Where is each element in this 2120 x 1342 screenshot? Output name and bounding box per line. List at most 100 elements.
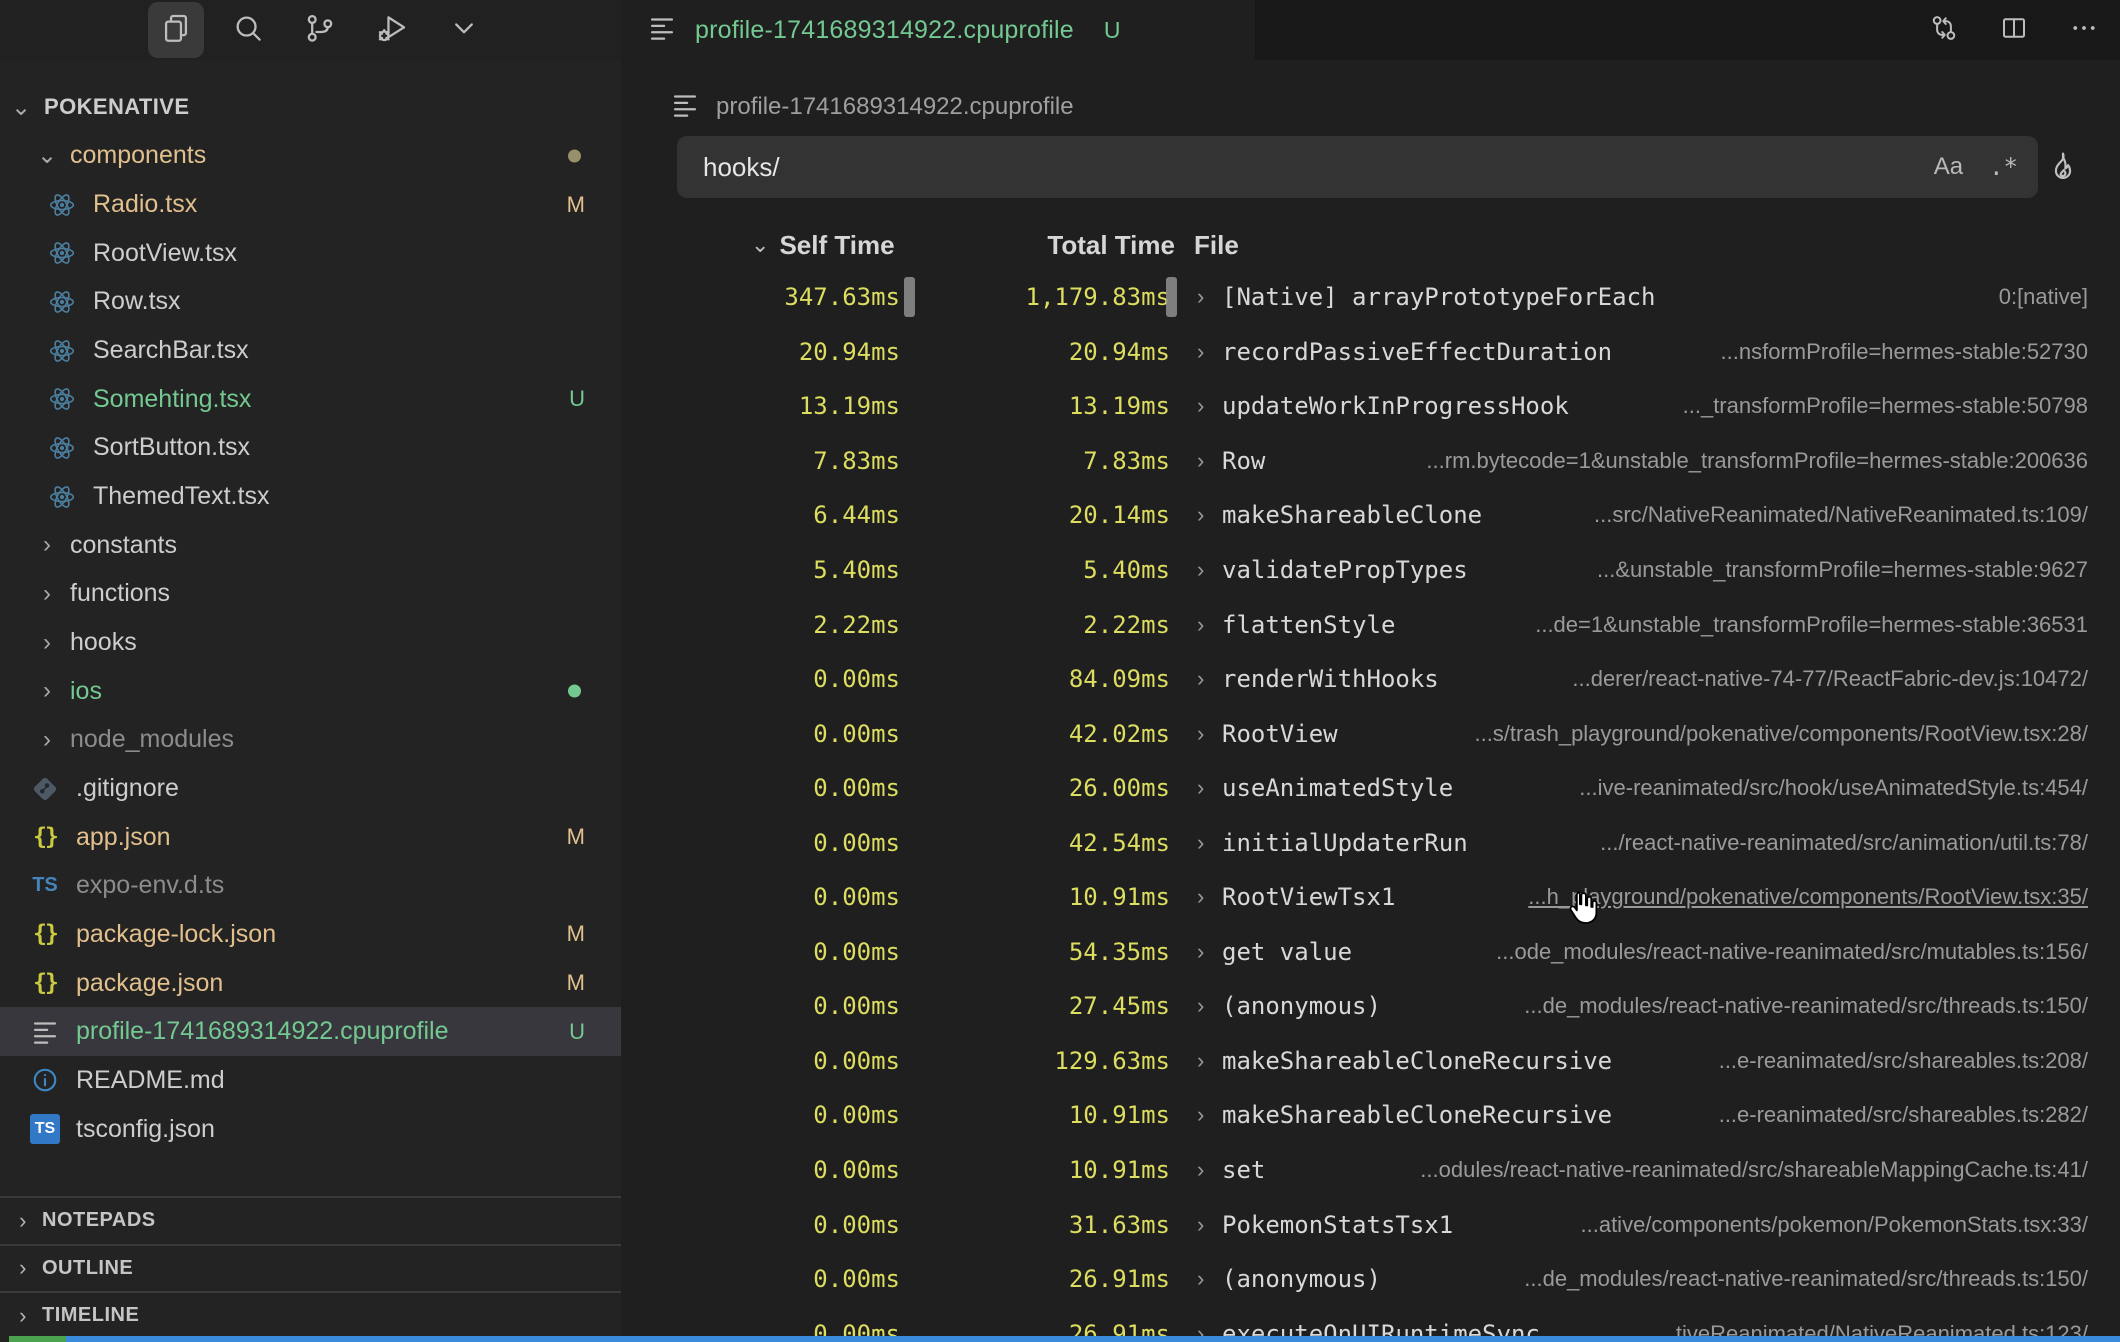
file-location-link[interactable]: ...ive-reanimated/src/hook/useAnimatedSt… bbox=[1579, 761, 2088, 816]
tree-item-functions[interactable]: ›functions bbox=[0, 570, 621, 619]
profile-row-rootview[interactable]: 0.00ms42.02ms›RootView...s/trash_playgro… bbox=[621, 706, 2120, 761]
profile-row-renderwithhooks[interactable]: 0.00ms84.09ms›renderWithHooks...derer/re… bbox=[621, 652, 2120, 707]
tree-item--gitignore[interactable]: .gitignore bbox=[0, 764, 621, 813]
file-location-link[interactable]: ...ative/components/pokemon/PokemonStats… bbox=[1581, 1197, 2089, 1252]
expand-chevron-icon[interactable]: › bbox=[1197, 1252, 1204, 1307]
file-location-link[interactable]: ...de_modules/react-native-reanimated/sr… bbox=[1524, 979, 2088, 1034]
expand-chevron-icon[interactable]: › bbox=[1197, 488, 1204, 543]
profile-row-makeshareableclone[interactable]: 6.44ms20.14ms›makeShareableClone...src/N… bbox=[621, 488, 2120, 543]
tree-item-sortbutton-tsx[interactable]: SortButton.tsx bbox=[0, 424, 621, 473]
tree-item-components[interactable]: ⌄components bbox=[0, 132, 621, 181]
profile-row-row[interactable]: 7.83ms7.83ms›Row...rm.bytecode=1&unstabl… bbox=[621, 434, 2120, 489]
profile-row-makeshareableclonerecursive[interactable]: 0.00ms129.63ms›makeShareableCloneRecursi… bbox=[621, 1034, 2120, 1089]
tree-item-node-modules[interactable]: ›node_modules bbox=[0, 716, 621, 765]
tree-item-themedtext-tsx[interactable]: ThemedText.tsx bbox=[0, 472, 621, 521]
expand-chevron-icon[interactable]: › bbox=[1197, 434, 1204, 489]
tree-item-radio-tsx[interactable]: Radio.tsxM bbox=[0, 180, 621, 229]
tree-item-app-json[interactable]: {}app.jsonM bbox=[0, 813, 621, 862]
file-location-link[interactable]: ...h_playground/pokenative/components/Ro… bbox=[1528, 870, 2088, 925]
expand-chevron-icon[interactable]: › bbox=[1197, 706, 1204, 761]
filter-input[interactable]: hooks/ Aa .* bbox=[677, 136, 2038, 198]
tree-item-hooks[interactable]: ›hooks bbox=[0, 618, 621, 667]
project-root-pokenative[interactable]: ⌄POKENATIVE bbox=[0, 83, 621, 132]
expand-chevron-icon[interactable]: › bbox=[1197, 1197, 1204, 1252]
file-location-link[interactable]: ...odules/react-native-reanimated/src/sh… bbox=[1420, 1143, 2088, 1198]
expand-chevron-icon[interactable]: › bbox=[1197, 979, 1204, 1034]
profile-row-useanimatedstyle[interactable]: 0.00ms26.00ms›useAnimatedStyle...ive-rea… bbox=[621, 761, 2120, 816]
expand-chevron-icon[interactable]: › bbox=[1197, 815, 1204, 870]
column-header-self-time[interactable]: ⌄ Self Time bbox=[751, 220, 917, 270]
profile-row-rootviewtsx1[interactable]: 0.00ms10.91ms›RootViewTsx1...h_playgroun… bbox=[621, 870, 2120, 925]
tree-item-package-lock-json[interactable]: {}package-lock.jsonM bbox=[0, 910, 621, 959]
tree-item-profile-1741689314922-cpuprofile[interactable]: profile-1741689314922.cpuprofileU bbox=[0, 1007, 621, 1056]
profile-row--native-arrayprototypeforeach[interactable]: 347.63ms1,179.83ms›[Native] arrayPrototy… bbox=[621, 270, 2120, 325]
file-location-link[interactable]: ...e-reanimated/src/shareables.ts:208/ bbox=[1719, 1034, 2088, 1089]
profile-row-flattenstyle[interactable]: 2.22ms2.22ms›flattenStyle...de=1&unstabl… bbox=[621, 597, 2120, 652]
tree-item-row-tsx[interactable]: Row.tsx bbox=[0, 278, 621, 327]
file-location-link[interactable]: ...de=1&unstable_transformProfile=hermes… bbox=[1535, 597, 2088, 652]
tree-item-somehting-tsx[interactable]: Somehting.tsxU bbox=[0, 375, 621, 424]
profile-row-pokemonstatstsx1[interactable]: 0.00ms31.63ms›PokemonStatsTsx1...ative/c… bbox=[621, 1197, 2120, 1252]
match-case-toggle[interactable]: Aa bbox=[1934, 153, 1963, 181]
expand-chevron-icon[interactable]: › bbox=[1197, 925, 1204, 980]
expand-chevron-icon[interactable]: › bbox=[1197, 379, 1204, 434]
profile-row-recordpassiveeffectduration[interactable]: 20.94ms20.94ms›recordPassiveEffectDurati… bbox=[621, 325, 2120, 380]
panel-header-notepads[interactable]: ›NOTEPADS bbox=[0, 1196, 621, 1244]
expand-chevron-icon[interactable]: › bbox=[1197, 870, 1204, 925]
file-location-link[interactable]: ...rm.bytecode=1&unstable_transformProfi… bbox=[1426, 434, 2088, 489]
file-location-link[interactable]: ..._transformProfile=hermes-stable:50798 bbox=[1683, 379, 2088, 434]
column-header-total-time[interactable]: Total Time bbox=[921, 220, 1175, 270]
more-actions-button[interactable] bbox=[2062, 8, 2106, 52]
tree-item-readme-md[interactable]: README.md bbox=[0, 1056, 621, 1105]
profile-row-initialupdaterrun[interactable]: 0.00ms42.54ms›initialUpdaterRun.../react… bbox=[621, 815, 2120, 870]
profile-row--anonymous-[interactable]: 0.00ms26.91ms›(anonymous)...de_modules/r… bbox=[621, 1252, 2120, 1307]
file-location-link[interactable]: ...derer/react-native-74-77/ReactFabric-… bbox=[1572, 652, 2088, 707]
views-chevron-button[interactable] bbox=[436, 2, 492, 58]
file-location-link[interactable]: ...nsformProfile=hermes-stable:52730 bbox=[1721, 325, 2088, 380]
file-location-link[interactable]: ...&unstable_transformProfile=hermes-sta… bbox=[1597, 543, 2088, 598]
column-header-file[interactable]: File bbox=[1194, 220, 1239, 270]
source-control-icon bbox=[303, 11, 337, 50]
profile-row-set[interactable]: 0.00ms10.91ms›set...odules/react-native-… bbox=[621, 1143, 2120, 1198]
profile-row-updateworkinprogresshook[interactable]: 13.19ms13.19ms›updateWorkInProgressHook.… bbox=[621, 379, 2120, 434]
profile-row-makeshareableclonerecursive[interactable]: 0.00ms10.91ms›makeShareableCloneRecursiv… bbox=[621, 1088, 2120, 1143]
expand-chevron-icon[interactable]: › bbox=[1197, 1143, 1204, 1198]
profile-row--anonymous-[interactable]: 0.00ms27.45ms›(anonymous)...de_modules/r… bbox=[621, 979, 2120, 1034]
tab-cpuprofile[interactable]: profile-1741689314922.cpuprofile U bbox=[621, 0, 1255, 60]
search-button[interactable] bbox=[220, 2, 276, 58]
file-location-link[interactable]: ...src/NativeReanimated/NativeReanimated… bbox=[1594, 488, 2088, 543]
expand-chevron-icon[interactable]: › bbox=[1197, 543, 1204, 598]
tree-item-tsconfig-json[interactable]: TStsconfig.json bbox=[0, 1105, 621, 1154]
expand-chevron-icon[interactable]: › bbox=[1197, 325, 1204, 380]
run-and-debug-button[interactable] bbox=[364, 2, 420, 58]
expand-chevron-icon[interactable]: › bbox=[1197, 761, 1204, 816]
git-compare-button[interactable] bbox=[1922, 8, 1966, 52]
file-location-link[interactable]: ...de_modules/react-native-reanimated/sr… bbox=[1524, 1252, 2088, 1307]
panel-header-timeline[interactable]: ›TIMELINE bbox=[0, 1291, 621, 1339]
tree-item-ios[interactable]: ›ios bbox=[0, 667, 621, 716]
profile-row-get-value[interactable]: 0.00ms54.35ms›get value...ode_modules/re… bbox=[621, 925, 2120, 980]
expand-chevron-icon[interactable]: › bbox=[1197, 652, 1204, 707]
file-location-link[interactable]: ...s/trash_playground/pokenative/compone… bbox=[1474, 706, 2088, 761]
file-location-link[interactable]: ...e-reanimated/src/shareables.ts:282/ bbox=[1719, 1088, 2088, 1143]
tree-item-constants[interactable]: ›constants bbox=[0, 521, 621, 570]
tree-item-searchbar-tsx[interactable]: SearchBar.tsx bbox=[0, 326, 621, 375]
flame-graph-button[interactable] bbox=[2038, 142, 2088, 192]
tree-item-expo-env-d-ts[interactable]: TSexpo-env.d.ts bbox=[0, 862, 621, 911]
file-location-link[interactable]: 0:[native] bbox=[1999, 270, 2088, 325]
expand-chevron-icon[interactable]: › bbox=[1197, 1088, 1204, 1143]
expand-chevron-icon[interactable]: › bbox=[1197, 1034, 1204, 1089]
profile-row-validateproptypes[interactable]: 5.40ms5.40ms›validatePropTypes...&unstab… bbox=[621, 543, 2120, 598]
breadcrumb[interactable]: profile-1741689314922.cpuprofile bbox=[621, 82, 1074, 132]
expand-chevron-icon[interactable]: › bbox=[1197, 270, 1204, 325]
expand-chevron-icon[interactable]: › bbox=[1197, 597, 1204, 652]
panel-header-outline[interactable]: ›OUTLINE bbox=[0, 1244, 621, 1292]
file-location-link[interactable]: .../react-native-reanimated/src/animatio… bbox=[1600, 815, 2088, 870]
source-control-button[interactable] bbox=[292, 2, 348, 58]
tree-item-package-json[interactable]: {}package.jsonM bbox=[0, 959, 621, 1008]
split-editor-button[interactable] bbox=[1992, 8, 2036, 52]
regex-toggle[interactable]: .* bbox=[1989, 153, 2018, 181]
tree-item-rootview-tsx[interactable]: RootView.tsx bbox=[0, 229, 621, 278]
explorer-button[interactable] bbox=[148, 2, 204, 58]
file-location-link[interactable]: ...ode_modules/react-native-reanimated/s… bbox=[1496, 925, 2088, 980]
